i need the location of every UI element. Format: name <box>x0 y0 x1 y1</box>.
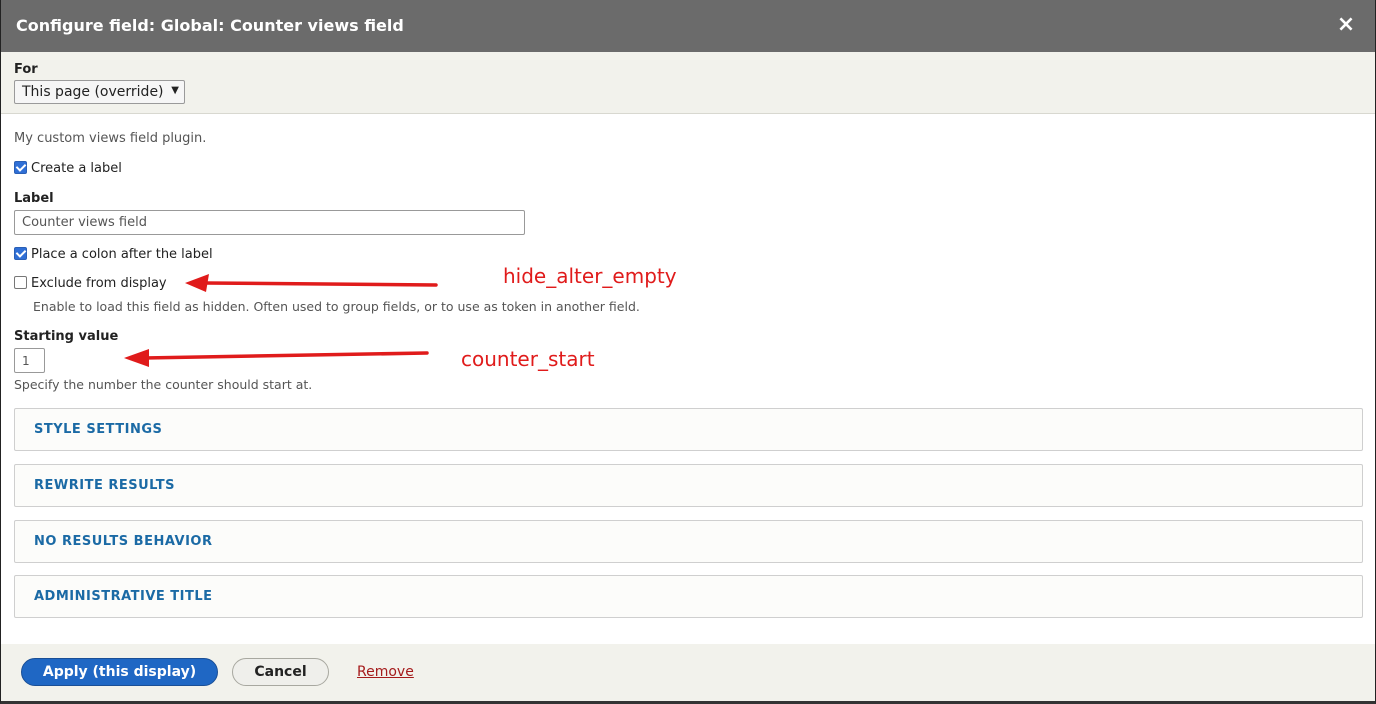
annotation-counter-start: counter_start <box>461 347 595 371</box>
annotation-arrow-starting-value <box>124 349 429 367</box>
annotation-arrow-exclude <box>185 274 438 292</box>
annotation-hide-alter-empty: hide_alter_empty <box>503 264 677 288</box>
annotation-overlay <box>124 274 438 367</box>
configure-field-dialog: Configure field: Global: Counter views f… <box>0 0 1376 704</box>
